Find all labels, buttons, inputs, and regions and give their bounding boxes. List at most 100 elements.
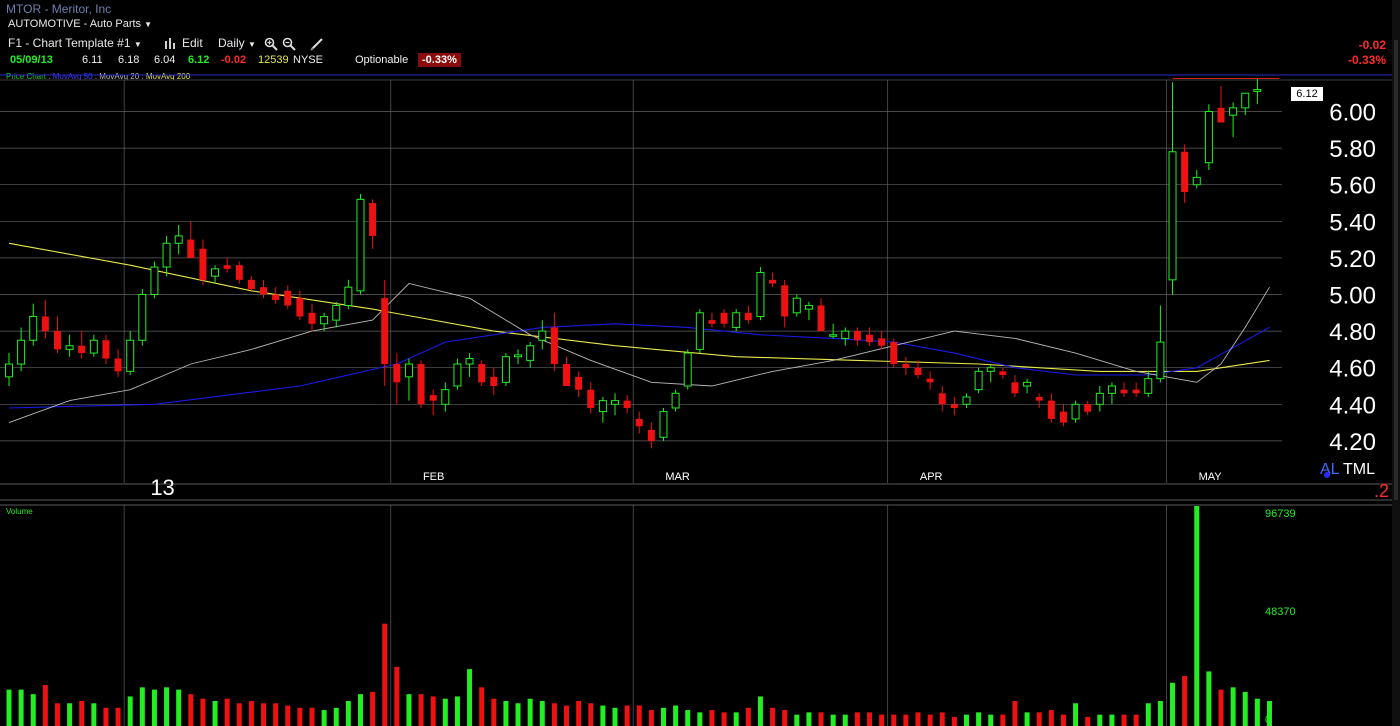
- volume-bar[interactable]: [30, 694, 36, 726]
- volume-bar[interactable]: [1036, 712, 1042, 726]
- candle-body[interactable]: [962, 396, 971, 405]
- volume-bar[interactable]: [6, 689, 12, 726]
- volume-bar[interactable]: [697, 712, 703, 726]
- candle-body[interactable]: [708, 320, 716, 324]
- candle-body[interactable]: [732, 312, 741, 328]
- volume-bar[interactable]: [721, 712, 727, 726]
- volume-bar[interactable]: [612, 707, 618, 726]
- candle-body[interactable]: [89, 339, 98, 354]
- volume-bar[interactable]: [261, 703, 267, 726]
- candle-body[interactable]: [296, 298, 304, 317]
- volume-bar[interactable]: [794, 714, 800, 726]
- volume-bar[interactable]: [285, 705, 291, 726]
- candle-body[interactable]: [756, 272, 765, 317]
- volume-bar[interactable]: [1242, 691, 1248, 726]
- candle-body[interactable]: [356, 198, 365, 292]
- volume-bar[interactable]: [1157, 700, 1163, 726]
- volume-bar[interactable]: [818, 712, 824, 726]
- volume-bar[interactable]: [79, 700, 85, 726]
- scrollbar-thumb[interactable]: [1394, 40, 1398, 500]
- volume-bar[interactable]: [551, 703, 557, 726]
- volume-bar[interactable]: [394, 666, 400, 726]
- candle-body[interactable]: [1047, 400, 1055, 419]
- volume-bar[interactable]: [491, 698, 497, 726]
- price-volume-chart[interactable]: 6.00 5.80 5.60 5.40 5.20 5.00 4.80 4.60 4.40 4.20…: [0, 0, 1400, 726]
- candle-body[interactable]: [199, 248, 207, 280]
- volume-bar[interactable]: [1194, 506, 1200, 726]
- volume-bar[interactable]: [42, 685, 48, 726]
- candle-body[interactable]: [501, 356, 510, 383]
- volume-bar[interactable]: [867, 712, 873, 726]
- candle-body[interactable]: [65, 345, 74, 350]
- volume-bar[interactable]: [588, 703, 594, 726]
- candle-body[interactable]: [381, 298, 389, 365]
- volume-bar[interactable]: [1145, 703, 1151, 726]
- volume-bar[interactable]: [988, 714, 994, 726]
- volume-bar[interactable]: [370, 691, 376, 726]
- volume-bar[interactable]: [951, 716, 957, 726]
- volume-bar[interactable]: [67, 703, 73, 726]
- volume-bar[interactable]: [103, 707, 109, 726]
- volume-bar[interactable]: [1048, 710, 1054, 726]
- volume-bar[interactable]: [467, 669, 473, 726]
- candle-body[interactable]: [404, 363, 413, 378]
- volume-bar[interactable]: [927, 714, 933, 726]
- candle-body[interactable]: [769, 279, 777, 284]
- volume-bar[interactable]: [915, 712, 921, 726]
- candle-body[interactable]: [187, 239, 195, 258]
- volume-bar[interactable]: [1218, 689, 1224, 726]
- volume-bar[interactable]: [527, 698, 533, 726]
- candle-body[interactable]: [369, 203, 377, 236]
- candle-body[interactable]: [999, 371, 1007, 376]
- candle-body[interactable]: [1181, 151, 1189, 193]
- volume-bar[interactable]: [18, 689, 24, 726]
- candle-body[interactable]: [938, 393, 946, 405]
- candle-body[interactable]: [695, 312, 704, 350]
- candle-body[interactable]: [817, 305, 825, 332]
- candle-body[interactable]: [683, 352, 692, 387]
- candle-body[interactable]: [211, 268, 220, 277]
- candle-body[interactable]: [393, 364, 401, 383]
- volume-bar[interactable]: [1060, 714, 1066, 726]
- candle-body[interactable]: [1156, 341, 1165, 380]
- candle-body[interactable]: [1168, 151, 1177, 281]
- candle-body[interactable]: [829, 334, 838, 337]
- candle-body[interactable]: [974, 370, 983, 391]
- candle-body[interactable]: [1120, 389, 1128, 394]
- volume-bar[interactable]: [357, 694, 363, 726]
- volume-bar[interactable]: [515, 703, 521, 726]
- volume-bar[interactable]: [891, 714, 897, 726]
- volume-bar[interactable]: [564, 705, 570, 726]
- candle-body[interactable]: [260, 287, 268, 295]
- candle-body[interactable]: [720, 312, 728, 324]
- candle-body[interactable]: [478, 364, 486, 383]
- volume-bar[interactable]: [115, 707, 121, 726]
- volume-bar[interactable]: [1230, 687, 1236, 726]
- candle-body[interactable]: [1229, 107, 1238, 116]
- candle-body[interactable]: [611, 400, 619, 405]
- candle-body[interactable]: [587, 389, 595, 408]
- candle-body[interactable]: [1132, 389, 1140, 394]
- volume-bar[interactable]: [745, 707, 751, 726]
- candle-body[interactable]: [1144, 378, 1153, 394]
- candle-body[interactable]: [247, 279, 255, 290]
- candle-body[interactable]: [1095, 392, 1104, 405]
- volume-bar[interactable]: [127, 696, 133, 726]
- candle-body[interactable]: [986, 367, 995, 372]
- volume-bar[interactable]: [430, 696, 436, 726]
- volume-bar[interactable]: [939, 712, 945, 726]
- candle-body[interactable]: [623, 400, 631, 408]
- volume-bar[interactable]: [636, 705, 642, 726]
- volume-bar[interactable]: [1109, 714, 1115, 726]
- candle-body[interactable]: [490, 376, 498, 386]
- candle-body[interactable]: [635, 418, 643, 427]
- volume-bar[interactable]: [1073, 703, 1079, 726]
- candle-body[interactable]: [659, 411, 668, 438]
- volume-bar[interactable]: [345, 700, 351, 726]
- candle-body[interactable]: [526, 345, 535, 361]
- volume-bar[interactable]: [297, 707, 303, 726]
- volume-bar[interactable]: [854, 712, 860, 726]
- volume-bar[interactable]: [1121, 714, 1127, 726]
- candle-body[interactable]: [538, 330, 547, 341]
- volume-bar[interactable]: [576, 700, 582, 726]
